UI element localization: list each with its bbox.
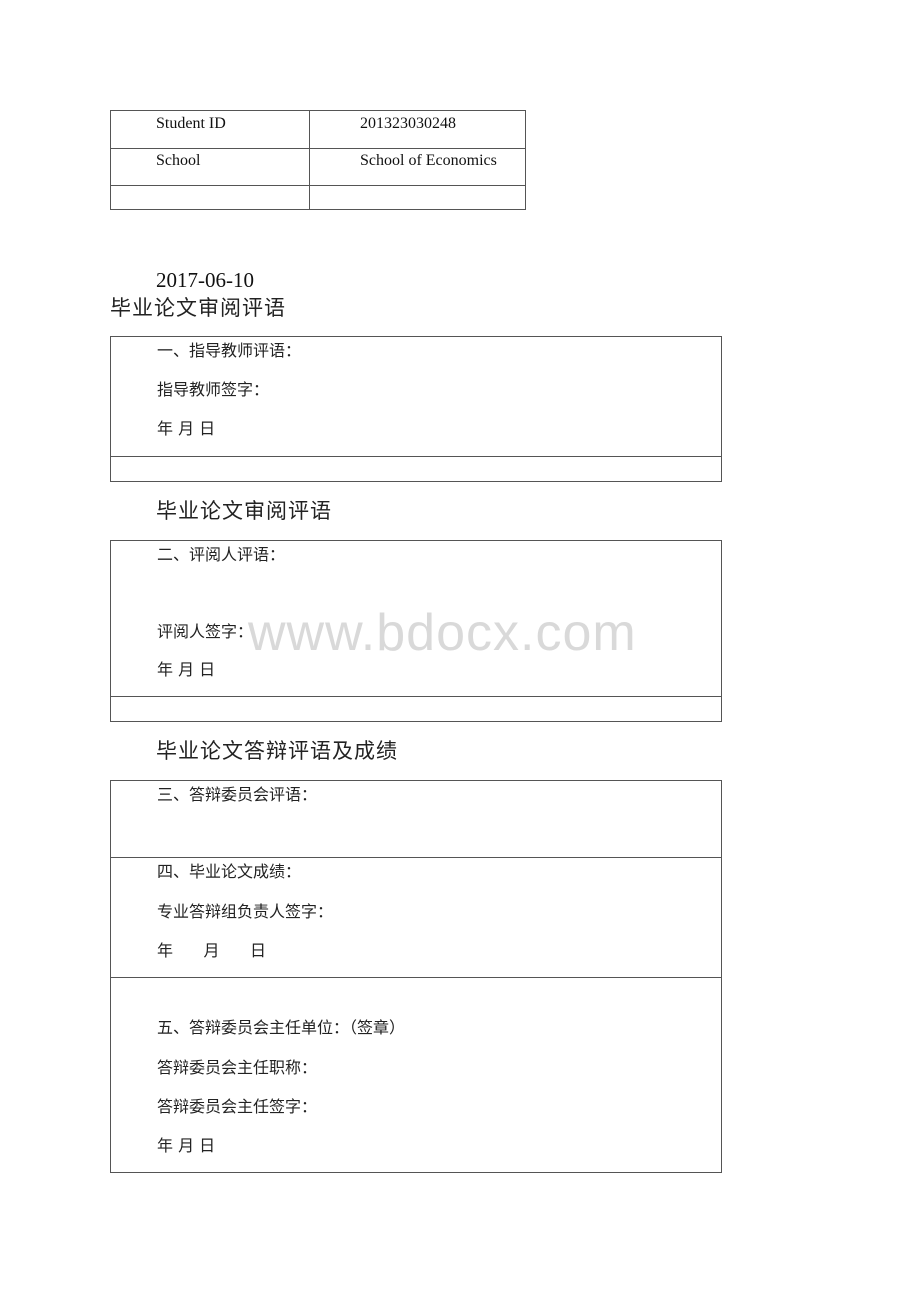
column-divider bbox=[309, 111, 310, 209]
chair-date-label: 年 月 日 bbox=[157, 1136, 216, 1155]
row-divider bbox=[111, 456, 721, 457]
group-leader-signature-label: 专业答辩组负责人签字： bbox=[157, 902, 334, 921]
advisor-signature-label: 指导教师签字： bbox=[157, 380, 270, 399]
reviewer-comment-label: 二、评阅人评语： bbox=[157, 545, 286, 564]
reviewer-date-label: 年 月 日 bbox=[157, 660, 216, 679]
row-divider bbox=[111, 977, 721, 978]
row-divider bbox=[111, 696, 721, 697]
chair-signature-label: 答辩委员会主任签字： bbox=[157, 1097, 318, 1116]
section2-title: 毕业论文审阅评语 bbox=[156, 499, 332, 523]
chair-title-label: 答辩委员会主任职称： bbox=[157, 1058, 318, 1077]
defense-comment-box: 三、答辩委员会评语： 四、毕业论文成绩： 专业答辩组负责人签字： 年 月 日 五… bbox=[110, 780, 722, 1173]
table-row: School School of Economics bbox=[111, 148, 525, 186]
committee-comment-label: 三、答辩委员会评语： bbox=[157, 785, 318, 804]
student-id-label: Student ID bbox=[156, 115, 226, 132]
table-row: Student ID 201323030248 bbox=[111, 111, 525, 149]
grade-label: 四、毕业论文成绩： bbox=[157, 862, 302, 881]
advisor-comment-label: 一、指导教师评语： bbox=[157, 341, 302, 360]
section1-title: 毕业论文审阅评语 bbox=[110, 296, 286, 320]
student-info-table: Student ID 201323030248 School School of… bbox=[110, 110, 526, 210]
grade-date-label: 年 月 日 bbox=[157, 941, 267, 960]
table-row bbox=[111, 186, 525, 210]
reviewer-signature-label: 评阅人签字： bbox=[157, 622, 254, 641]
school-label: School bbox=[156, 152, 201, 169]
student-id-value: 201323030248 bbox=[360, 115, 456, 132]
school-value: School of Economics bbox=[360, 152, 497, 169]
row-divider bbox=[111, 857, 721, 858]
watermark: www.bdocx.com bbox=[248, 604, 637, 662]
advisor-comment-box: 一、指导教师评语： 指导教师签字： 年 月 日 bbox=[110, 336, 722, 482]
advisor-date-label: 年 月 日 bbox=[157, 419, 216, 438]
section3-title: 毕业论文答辩评语及成绩 bbox=[156, 739, 398, 763]
chair-unit-label: 五、答辩委员会主任单位：（签章） bbox=[157, 1018, 406, 1037]
document-date: 2017-06-10 bbox=[156, 268, 254, 292]
